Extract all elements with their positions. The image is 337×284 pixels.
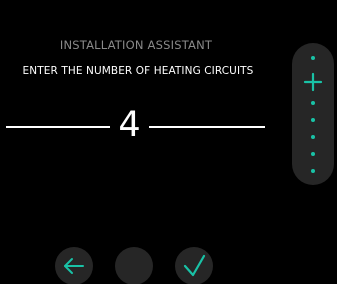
center-button[interactable] <box>115 247 153 284</box>
dot-icon <box>311 135 315 139</box>
prompt-text: ENTER THE NUMBER OF HEATING CIRCUITS <box>22 65 254 77</box>
value-underline-left <box>6 126 110 128</box>
dot-icon <box>311 152 315 156</box>
wizard-title: INSTALLATION ASSISTANT <box>59 38 213 52</box>
checkmark-icon <box>183 254 206 277</box>
arrow-left-icon <box>64 258 84 274</box>
plus-icon[interactable] <box>303 72 323 92</box>
dot-icon <box>311 101 315 105</box>
heating-circuits-value[interactable]: 4 <box>110 103 149 147</box>
value-adjust-rail[interactable] <box>292 43 334 185</box>
value-underline-right <box>149 126 265 128</box>
dot-icon <box>311 169 315 173</box>
confirm-button[interactable] <box>175 247 213 284</box>
back-button[interactable] <box>55 247 93 284</box>
dot-icon <box>311 118 315 122</box>
dot-icon <box>311 56 315 60</box>
